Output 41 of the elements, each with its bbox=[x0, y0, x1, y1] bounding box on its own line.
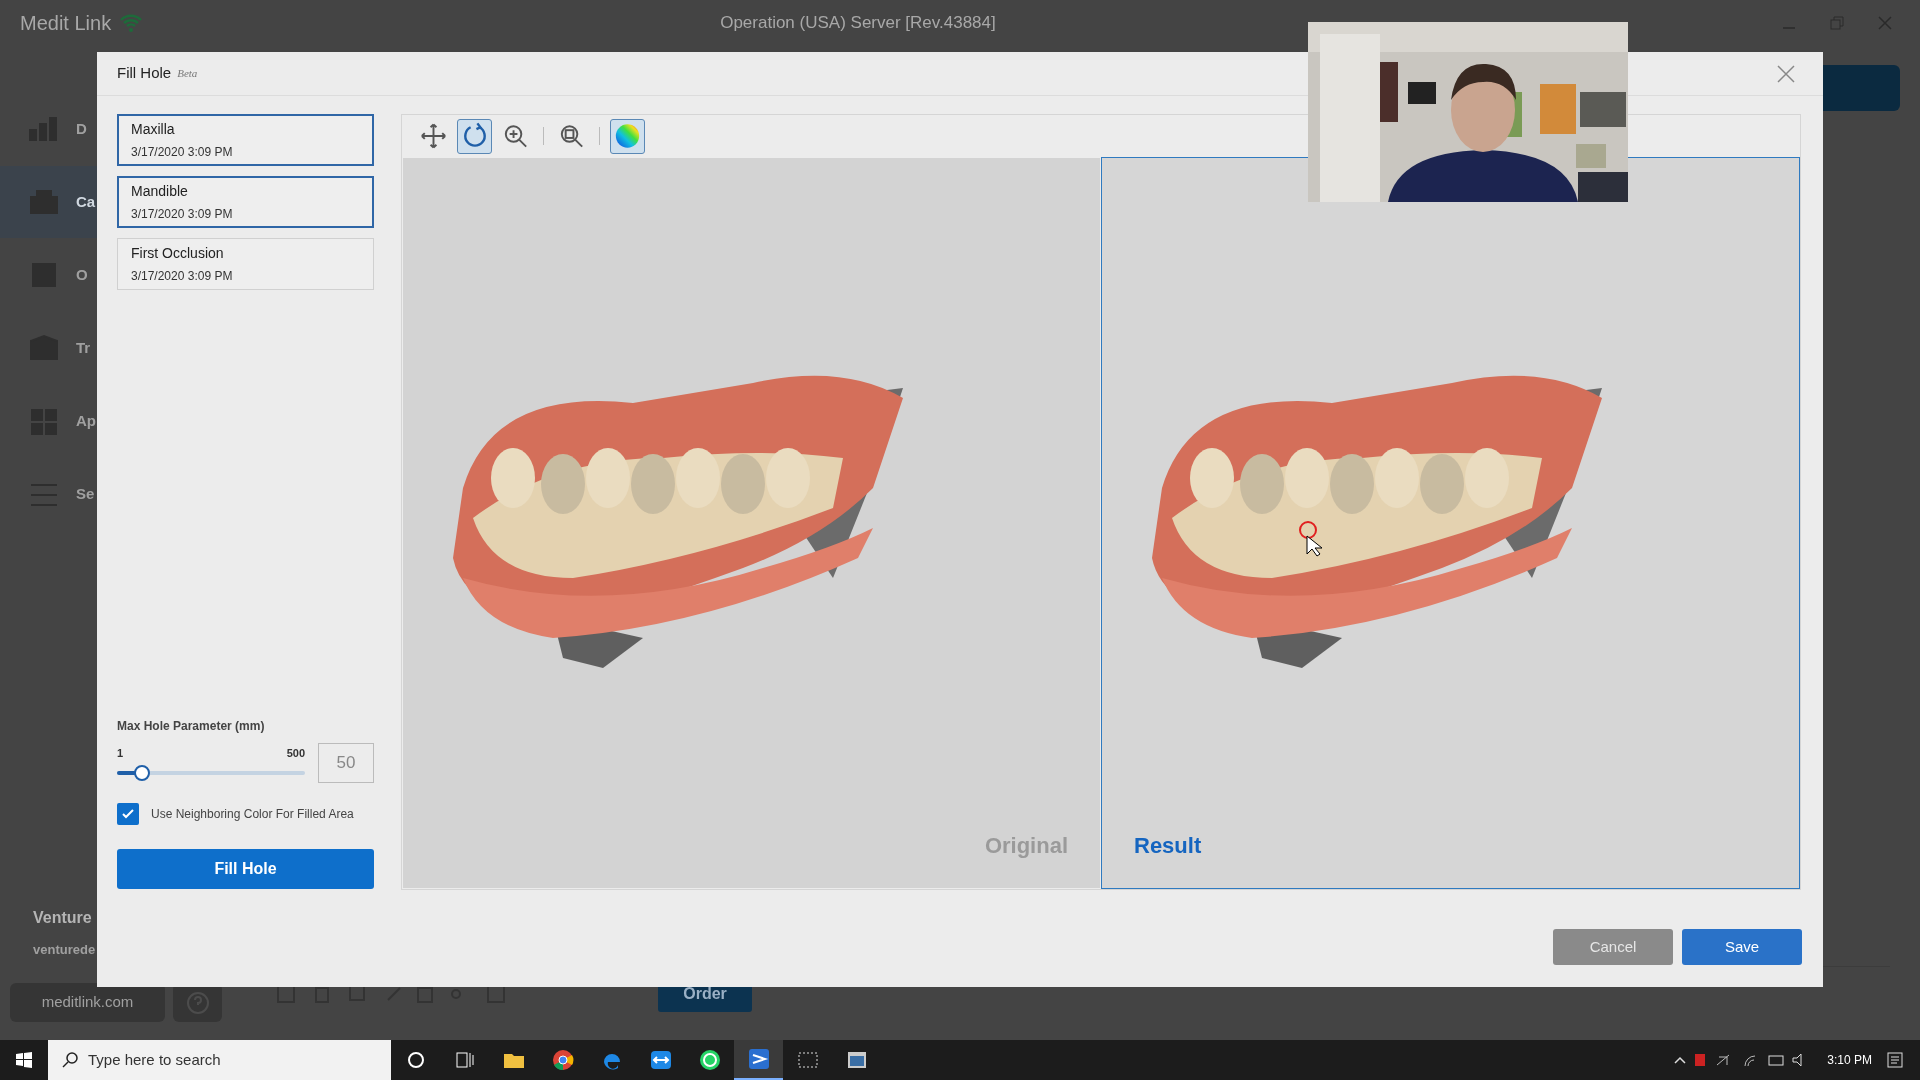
min-label: 1 bbox=[117, 746, 124, 762]
medit-icon[interactable] bbox=[734, 1040, 783, 1080]
parameter-label: Max Hole Parameter (mm) bbox=[117, 718, 266, 735]
search-icon bbox=[62, 1052, 78, 1068]
help-icon bbox=[185, 990, 210, 1015]
value-field[interactable]: 50 bbox=[318, 743, 374, 783]
fill-hole-button[interactable]: Fill Hole bbox=[117, 849, 374, 889]
view-label: Original bbox=[984, 832, 1068, 860]
website-button[interactable]: meditlink.com bbox=[10, 983, 165, 1022]
checkbox-label: Use Neighboring Color For Filled Area bbox=[151, 806, 354, 823]
scan-item[interactable]: First Occlusion 3/17/2020 3:09 PM bbox=[117, 238, 374, 290]
close-icon[interactable] bbox=[1777, 64, 1795, 83]
dialog-title: Fill Hole bbox=[117, 63, 172, 84]
cancel-button[interactable]: Cancel bbox=[1553, 929, 1673, 965]
max-label: 500 bbox=[286, 746, 305, 762]
view-panel[interactable]: Result bbox=[1101, 157, 1800, 889]
menu-label[interactable]: D bbox=[76, 117, 87, 141]
wifi-icon bbox=[119, 12, 144, 33]
menu-label[interactable]: Ca bbox=[76, 190, 96, 214]
search-field[interactable]: Type here to search bbox=[48, 1040, 391, 1080]
checkmark-icon bbox=[122, 809, 134, 819]
menu-label[interactable]: Ap bbox=[76, 409, 96, 433]
clock-time: 3:10 PM bbox=[1827, 1052, 1872, 1069]
checkbox[interactable] bbox=[117, 803, 139, 825]
menu-label[interactable]: O bbox=[76, 263, 88, 287]
rotate-icon[interactable] bbox=[457, 118, 492, 154]
user-email: venturede bbox=[33, 941, 96, 959]
scan-item[interactable]: Maxilla 3/17/2020 3:09 PM bbox=[117, 114, 374, 166]
slider-track[interactable] bbox=[117, 764, 305, 781]
menu-label[interactable]: Tr bbox=[76, 336, 91, 360]
server-title: Operation (USA) Server [Rev.43884] bbox=[720, 11, 996, 34]
scan-item[interactable]: Mandible 3/17/2020 3:09 PM bbox=[117, 176, 374, 228]
start-icon[interactable] bbox=[16, 1052, 32, 1068]
beta-label: Beta bbox=[177, 66, 198, 82]
save-button[interactable]: Save bbox=[1682, 929, 1802, 965]
app-title: Medit Link bbox=[20, 10, 112, 36]
view-label: Result bbox=[1134, 832, 1202, 860]
user-name: Venture bbox=[33, 908, 93, 928]
slider-thumb[interactable] bbox=[134, 764, 151, 781]
menu-label[interactable]: Se bbox=[76, 482, 95, 506]
notification-icon[interactable] bbox=[1886, 1051, 1904, 1069]
